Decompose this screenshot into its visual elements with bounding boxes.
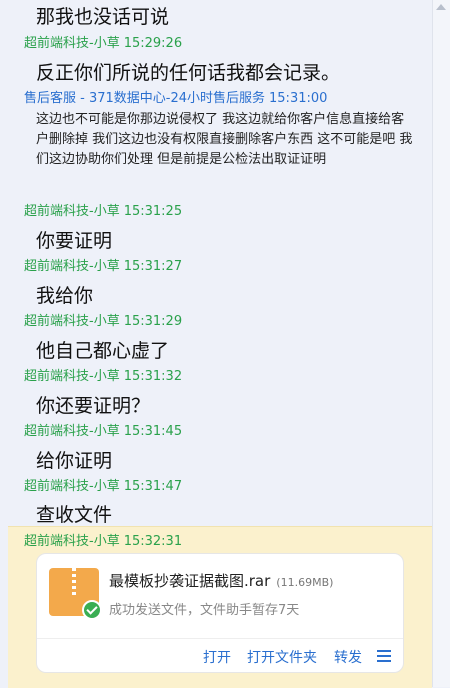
- message-header: 超前端科技-小草 15:29:26: [24, 32, 182, 51]
- file-status: 成功发送文件，文件助手暂存7天: [109, 603, 300, 618]
- file-name[interactable]: 最模板抄袭证据截图.rar (11.69MB): [109, 570, 333, 591]
- sender-name: 售后客服 - 371数据中心-24小时售后服务: [24, 91, 266, 106]
- message-text: 那我也没话可说: [36, 6, 170, 28]
- message-header: 超前端科技-小草 15:31:27: [24, 255, 182, 274]
- sender-name: 超前端科技-小草: [24, 369, 120, 384]
- file-name-text: 最模板抄袭证据截图.rar: [109, 572, 271, 590]
- menu-icon[interactable]: [377, 650, 391, 662]
- message-text: 反正你们所说的任何话我都会记录。: [36, 62, 341, 84]
- message-header: 售后客服 - 371数据中心-24小时售后服务 15:31:00: [24, 87, 327, 106]
- divider: [37, 638, 403, 639]
- scroll-up-icon[interactable]: [436, 4, 446, 10]
- message-time: 15:29:26: [123, 36, 183, 51]
- message-text: 你还要证明？: [36, 395, 151, 417]
- message-text: 这边也不可能是你那边说侵权了 我这边就给你客户信息直接给客户删除掉 我们这边也没…: [36, 112, 413, 167]
- message-time: 15:32:31: [123, 534, 183, 549]
- message-text: 查收文件: [36, 504, 113, 526]
- sender-name: 超前端科技-小草: [24, 204, 120, 219]
- message-text: 给你证明: [36, 450, 113, 472]
- file-card[interactable]: 最模板抄袭证据截图.rar (11.69MB) 成功发送文件，文件助手暂存7天 打…: [36, 553, 404, 673]
- message-text: 他自己都心虚了: [36, 340, 170, 362]
- open-button[interactable]: 打开: [203, 647, 231, 667]
- message-time: 15:31:45: [123, 424, 183, 439]
- scrollbar[interactable]: [432, 0, 450, 687]
- message-header: 超前端科技-小草 15:31:45: [24, 420, 182, 439]
- message-header: 超前端科技-小草 15:31:29: [24, 310, 182, 329]
- message-time: 15:31:47: [123, 479, 183, 494]
- check-icon: [82, 600, 102, 620]
- open-folder-button[interactable]: 打开文件夹: [247, 647, 317, 667]
- sender-name: 超前端科技-小草: [24, 424, 120, 439]
- forward-button[interactable]: 转发: [334, 647, 362, 667]
- message-header: 超前端科技-小草 15:32:31: [24, 530, 182, 549]
- file-size: (11.69MB): [276, 576, 334, 589]
- sender-name: 超前端科技-小草: [24, 479, 120, 494]
- message-time: 15:31:32: [123, 369, 183, 384]
- message-time: 15:31:29: [123, 314, 183, 329]
- sender-name: 超前端科技-小草: [24, 36, 120, 51]
- message-header: 超前端科技-小草 15:31:25: [24, 200, 182, 219]
- message-text: 你要证明: [36, 230, 113, 252]
- message-header: 超前端科技-小草 15:31:32: [24, 365, 182, 384]
- message-time: 15:31:25: [123, 204, 183, 219]
- sender-name: 超前端科技-小草: [24, 314, 120, 329]
- message-header: 超前端科技-小草 15:31:47: [24, 475, 182, 494]
- sender-name: 超前端科技-小草: [24, 259, 120, 274]
- sender-name: 超前端科技-小草: [24, 534, 120, 549]
- message-time: 15:31:27: [123, 259, 183, 274]
- chat-history: 那我也没话可说 超前端科技-小草 15:29:26 反正你们所说的任何话我都会记录…: [0, 0, 432, 688]
- message-time: 15:31:00: [269, 91, 328, 106]
- message-text: 我给你: [36, 285, 94, 307]
